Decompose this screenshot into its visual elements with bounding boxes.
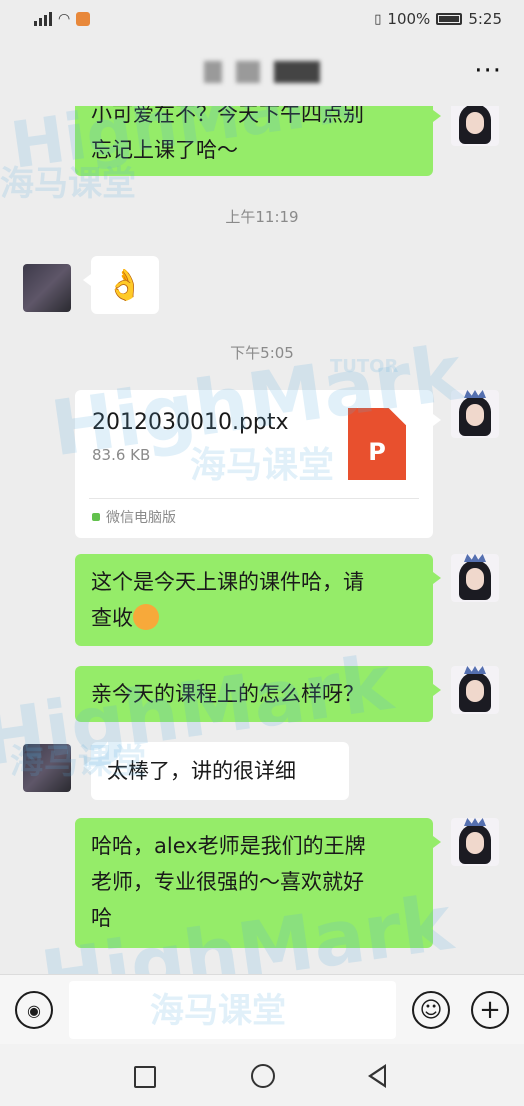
notification-icon — [76, 12, 91, 26]
avatar-teacher[interactable] — [451, 818, 499, 866]
plus-icon[interactable]: + — [471, 991, 509, 1029]
clock: 5:25 — [468, 10, 502, 28]
timestamp: 上午11:19 — [225, 208, 299, 226]
wechat-pc-icon — [92, 513, 100, 521]
recent-apps-icon[interactable] — [134, 1066, 156, 1088]
wifi-icon: ◠ — [58, 11, 71, 27]
file-source: 微信电脑版 — [92, 507, 176, 527]
signal-icon — [34, 12, 52, 26]
emoji-icon[interactable]: ☺ — [412, 991, 450, 1029]
message-bubble[interactable]: 这个是今天上课的课件哈，请 查收 — [75, 554, 441, 646]
avatar-teacher[interactable] — [451, 554, 499, 602]
file-size: 83.6 KB — [92, 446, 151, 464]
message-bubble[interactable]: 小可爱在不？今天下午四点别 忘记上课了哈～ — [75, 106, 441, 176]
battery-percent: 100% — [387, 10, 431, 28]
avatar-teacher[interactable] — [451, 666, 499, 714]
voice-icon[interactable]: ◉ — [15, 991, 53, 1029]
file-source-label: 微信电脑版 — [106, 510, 176, 526]
message-line: 亲今天的课程上的怎么样呀？ — [91, 682, 364, 706]
message-bubble[interactable]: 亲今天的课程上的怎么样呀？ — [75, 666, 441, 722]
message-line: 哈哈，alex老师是我们的王牌 — [91, 834, 366, 858]
pptx-file-icon: P — [348, 408, 406, 480]
status-left: ◠ — [34, 11, 91, 27]
file-divider — [89, 498, 419, 499]
message-line: 老师，专业很强的～喜欢就好 — [91, 870, 364, 894]
system-nav-bar — [0, 1044, 524, 1106]
message-line: 这个是今天上课的课件哈，请 — [91, 570, 364, 594]
avatar-teacher[interactable] — [451, 106, 499, 146]
chat-title-blurred — [204, 61, 320, 83]
message-bubble[interactable]: 哈哈，alex老师是我们的王牌 老师，专业很强的～喜欢就好 哈 — [75, 818, 441, 948]
ok-hand-emoji: 👌 — [106, 267, 144, 303]
timestamp: 下午5:05 — [230, 344, 294, 362]
more-options-button[interactable]: ··· — [474, 58, 502, 84]
message-input[interactable] — [69, 981, 396, 1039]
message-bubble[interactable]: 太棒了，讲的很详细 — [83, 742, 349, 800]
emoji-message[interactable]: 👌 — [83, 256, 159, 314]
message-line: 太棒了，讲的很详细 — [107, 759, 296, 783]
home-icon[interactable] — [251, 1064, 275, 1088]
vibrate-icon: ▯ — [374, 11, 382, 27]
avatar-student[interactable] — [23, 264, 71, 312]
status-right: ▯ 100% 5:25 — [374, 10, 502, 28]
battery-icon — [436, 13, 463, 25]
back-icon[interactable] — [368, 1064, 386, 1088]
file-name: 2012030010.pptx — [92, 410, 289, 435]
file-message[interactable]: 2012030010.pptx 83.6 KB P 微信电脑版 — [75, 390, 441, 538]
message-line-with-emoji: 查收 — [91, 600, 417, 636]
avatar-teacher[interactable] — [451, 390, 499, 438]
chat-header: ··· — [0, 38, 524, 106]
chat-area[interactable]: 小可爱在不？今天下午四点别 忘记上课了哈～ 上午11:19 👌 下午5:05 2… — [0, 106, 524, 974]
avatar-student[interactable] — [23, 744, 71, 792]
input-bar: ◉ ☺ + 海马课堂 — [0, 974, 524, 1044]
status-bar: ◠ ▯ 100% 5:25 — [0, 0, 524, 38]
message-line: 小可爱在不？今天下午四点别 — [91, 106, 364, 126]
blush-emoji-icon — [133, 604, 159, 630]
message-line: 哈 — [91, 906, 112, 930]
message-line: 忘记上课了哈～ — [91, 138, 238, 162]
